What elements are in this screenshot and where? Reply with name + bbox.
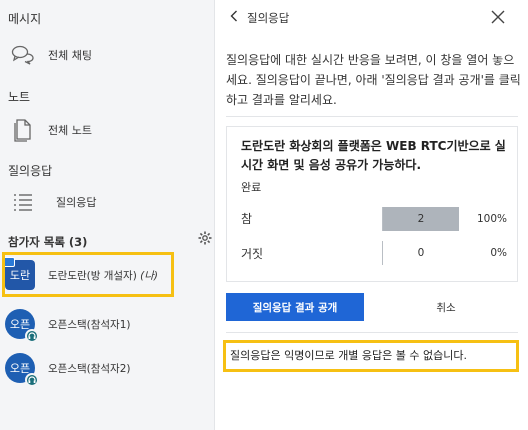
highlight-box — [2, 252, 174, 297]
panel-title: 질의응답 — [247, 11, 290, 25]
option-bar: 2 — [382, 207, 459, 231]
participant-row[interactable]: 오픈 오픈스택(참석자2) — [5, 349, 131, 387]
sidebar-item-label: 질의응답 — [56, 196, 97, 209]
list-icon — [10, 189, 36, 215]
option-count: 0 — [417, 247, 425, 259]
cancel-button[interactable]: 취소 — [416, 293, 476, 321]
option-count: 2 — [417, 213, 425, 225]
section-title-participants: 참가자 목록 (3) — [8, 235, 88, 249]
panel-description: 질의응답에 대한 실시간 반응을 보려면, 이 창을 열어 놓으세요. 질의응답… — [226, 53, 521, 107]
option-label: 거짓 — [241, 247, 264, 261]
divider — [226, 332, 518, 333]
section-title-qa: 질의응답 — [8, 164, 53, 178]
anonymous-notice: 질의응답은 익명이므로 개별 응답은 볼 수 없습니다. — [223, 340, 519, 372]
close-icon[interactable] — [490, 9, 506, 25]
sidebar-item-label: 전체 채팅 — [48, 49, 92, 62]
publish-results-button[interactable]: 질의응답 결과 공개 — [226, 293, 364, 321]
avatar: 오픈 — [5, 353, 39, 387]
section-title-notes: 노트 — [8, 90, 31, 104]
headset-icon — [25, 329, 39, 343]
option-label: 참 — [241, 212, 253, 226]
question-card: 도란도란 화상회의 플랫폼은 WEB RTC기반으로 실시간 화면 및 음성 공… — [226, 126, 518, 282]
document-icon — [10, 117, 36, 143]
sidebar-item-qa[interactable]: 질의응답 — [10, 187, 96, 217]
option-bar: 0 — [382, 241, 458, 265]
question-status: 완료 — [241, 181, 262, 194]
sidebar-item-all-chat[interactable]: 전체 채팅 — [10, 40, 92, 70]
sidebar: 메시지 전체 채팅 노트 전체 노트 질의응답 질의응답 참가자 목록 (3) … — [0, 0, 215, 430]
avatar: 오픈 — [5, 309, 39, 343]
chat-bubble-icon — [10, 42, 36, 68]
participant-name: 오픈스택(참석자1) — [48, 318, 131, 331]
section-title-messages: 메시지 — [8, 12, 42, 26]
sidebar-item-all-notes[interactable]: 전체 노트 — [10, 115, 92, 145]
participant-name: 오픈스택(참석자2) — [48, 362, 131, 375]
question-text: 도란도란 화상회의 플랫폼은 WEB RTC기반으로 실시간 화면 및 음성 공… — [241, 139, 506, 172]
back-chevron-icon[interactable] — [230, 10, 238, 26]
participant-row[interactable]: 오픈 오픈스택(참석자1) — [5, 305, 131, 343]
sidebar-item-label: 전체 노트 — [48, 124, 92, 137]
option-percent: 100% — [476, 213, 507, 225]
option-percent: 0% — [490, 247, 507, 259]
divider — [226, 116, 518, 117]
gear-icon[interactable] — [198, 230, 212, 245]
qa-panel: 질의응답 질의응답에 대한 실시간 반응을 보려면, 이 창을 열어 놓으세요.… — [216, 0, 528, 430]
panel-header: 질의응답 — [230, 10, 289, 26]
headset-icon — [25, 373, 39, 387]
